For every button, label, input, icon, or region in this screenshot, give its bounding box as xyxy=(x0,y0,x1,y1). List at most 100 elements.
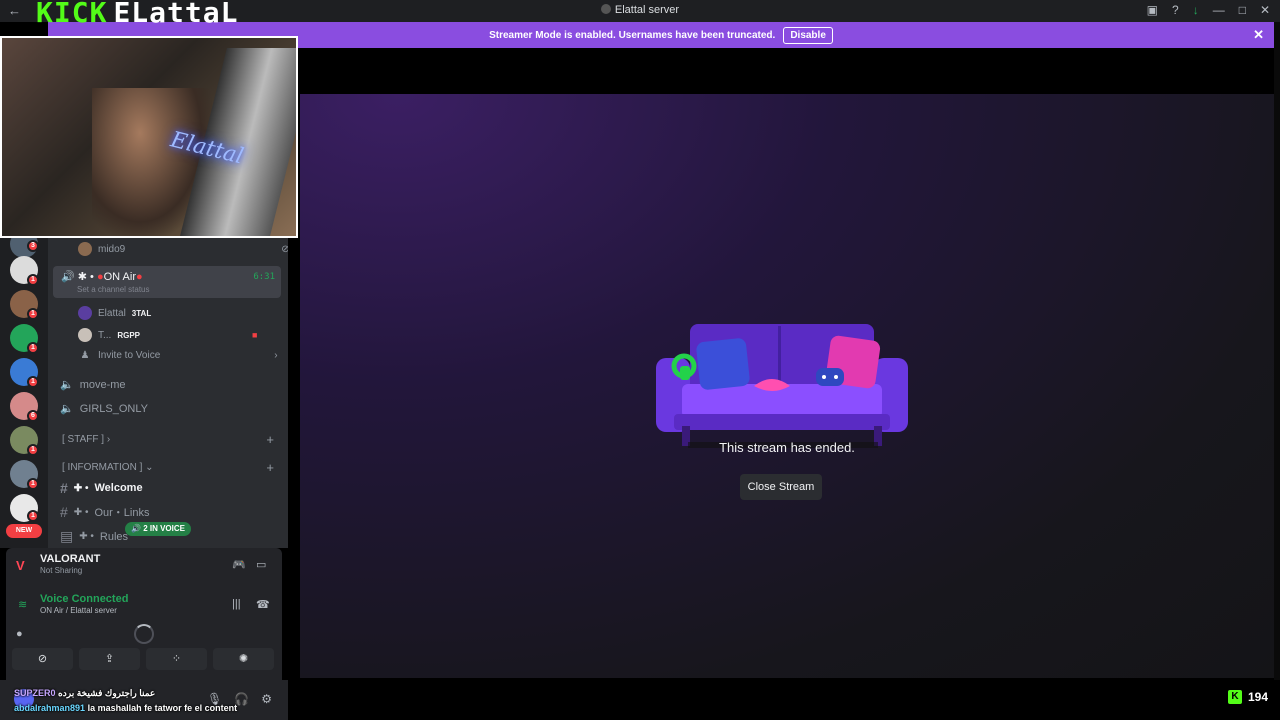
avatar xyxy=(78,242,92,256)
unread-badge: 1 xyxy=(27,478,39,490)
download-icon[interactable]: ↓ xyxy=(1193,3,1199,17)
voice-channel-move-me[interactable]: 🔈 move-me xyxy=(60,378,126,392)
signal-icon[interactable]: ≋ xyxy=(18,598,27,611)
voice-user[interactable]: T... RGPP ■ xyxy=(78,328,257,342)
user-bar: 🎙 🎧 ⚙ xyxy=(0,680,288,720)
invite-to-voice[interactable]: ♟ Invite to Voice › xyxy=(78,350,278,361)
disable-button[interactable]: Disable xyxy=(783,26,833,44)
add-channel-icon[interactable]: + xyxy=(266,460,274,475)
new-badge: NEW xyxy=(6,524,42,538)
text-channel-welcome[interactable]: # ✚ • Welcome xyxy=(60,480,143,496)
logo-kick-text: KICK xyxy=(36,0,108,29)
chevron-right-icon: › xyxy=(106,434,111,445)
kick-icon: K xyxy=(1227,690,1242,704)
channel-name: Welcome xyxy=(94,482,143,494)
streaming-icon: ■ xyxy=(252,330,258,340)
unread-badge: 1 xyxy=(27,274,39,286)
minimize-icon[interactable]: — xyxy=(1213,3,1225,17)
chat-text: la mashallah fe tatwor fe el content xyxy=(87,703,238,713)
disconnect-icon[interactable]: ☎ xyxy=(256,598,270,611)
in-voice-label: 2 IN VOICE xyxy=(143,524,185,533)
on-air-label: 🔊 ✱ • ●ON Air● xyxy=(61,271,143,283)
chat-text: عمنا راجتروك فشيخة برده xyxy=(58,688,156,698)
category-label: [ INFORMATION ] xyxy=(62,462,143,473)
unread-badge: 1 xyxy=(27,308,39,320)
loading-spinner-icon xyxy=(134,624,154,644)
valorant-icon: V xyxy=(16,558,25,573)
stream-stage: This stream has ended. Close Stream xyxy=(300,94,1274,678)
stream-logo: KICK ELattaL xyxy=(36,0,238,29)
category-information[interactable]: [ INFORMATION ] ⌄ xyxy=(62,462,154,473)
voice-user[interactable]: Elattal 3TAL xyxy=(78,306,151,320)
hash-icon: # xyxy=(60,504,68,520)
voice-channel-on-air[interactable]: 🔊 ✱ • ●ON Air● 6:31 Set a channel status xyxy=(53,266,281,298)
close-stream-button[interactable]: Close Stream xyxy=(740,474,822,500)
speaker-icon: 🔈 xyxy=(60,379,74,391)
unread-badge: 1 xyxy=(27,444,39,456)
logo-name-text: ELattaL xyxy=(113,0,239,29)
stream-ended-message: This stream has ended. xyxy=(719,440,855,455)
soundboard-button[interactable]: ✺ xyxy=(213,648,274,670)
red-dot-icon: ● xyxy=(96,271,104,283)
maximize-icon[interactable]: □ xyxy=(1239,3,1246,17)
screen-share-icon[interactable]: ▭ xyxy=(256,558,266,571)
sparkle-icon: ✚ • xyxy=(73,506,89,518)
game-name: VALORANT xyxy=(40,553,101,565)
chat-username: abdalrahman891 xyxy=(14,703,86,713)
stream-header xyxy=(300,48,1274,94)
text-channel-our-links[interactable]: # ✚ • Our・Links xyxy=(60,504,150,520)
close-banner-icon[interactable]: ✕ xyxy=(1253,27,1264,43)
speaker-icon: 🔊 xyxy=(61,271,75,283)
viewer-count: 194 xyxy=(1247,690,1268,704)
voice-connected-label[interactable]: Voice Connected xyxy=(40,593,128,605)
voice-channel-girls-only[interactable]: 🔈 GIRLS_ONLY xyxy=(60,402,148,416)
rules-icon: ▤ xyxy=(60,528,74,544)
chevron-down-icon: ⌄ xyxy=(145,462,154,473)
activity-panel: V VALORANT Not Sharing 🎮 ▭ ≋ Voice Conne… xyxy=(6,548,282,680)
channel-status[interactable]: Set a channel status xyxy=(77,285,150,294)
chat-username: SUPZER0 xyxy=(14,688,56,698)
help-icon[interactable]: ? xyxy=(1172,3,1179,17)
unread-badge: 1 xyxy=(27,376,39,388)
voice-user-name: T... xyxy=(98,329,112,341)
on-air-channel-name: ON Air xyxy=(103,271,137,283)
stream-viewer: This stream has ended. Close Stream xyxy=(300,48,1274,678)
window-title-text: Elattal server xyxy=(614,4,680,16)
add-channel-icon[interactable]: + xyxy=(266,432,274,447)
sparkle-icon: ✚ • xyxy=(79,531,94,542)
webcam-overlay: Elattal xyxy=(0,36,298,238)
unread-badge: 1 xyxy=(27,342,39,354)
close-window-icon[interactable]: ✕ xyxy=(1260,3,1270,17)
deafened-icon: ⊘ xyxy=(281,243,288,255)
gear-icon[interactable]: ⚙ xyxy=(261,692,272,706)
user-tag: RGPP xyxy=(117,330,141,340)
category-staff[interactable]: [ STAFF ] › xyxy=(62,434,110,445)
voice-controls: ⊘ ⇪ ⁘ ✺ xyxy=(12,648,274,670)
voice-location[interactable]: ON Air / Elattal server xyxy=(40,606,117,615)
locked-speaker-icon: 🔈 xyxy=(60,403,74,415)
camera-off-button[interactable]: ⊘ xyxy=(12,648,73,670)
avatar xyxy=(78,306,92,320)
unread-badge: 1 xyxy=(27,510,39,522)
unread-badge: 3 xyxy=(27,240,39,252)
user-tag: 3TAL xyxy=(131,308,152,318)
voice-user-name: Elattal xyxy=(98,307,126,319)
channel-name: Our・Links xyxy=(94,507,150,519)
couch-illustration-icon xyxy=(656,324,908,448)
inbox-icon[interactable]: ▣ xyxy=(1147,3,1158,17)
gamepad-icon[interactable]: 🎮 xyxy=(232,558,246,571)
share-screen-button[interactable]: ⇪ xyxy=(79,648,140,670)
scrollbar-track[interactable] xyxy=(1274,22,1280,680)
noise-suppression-icon[interactable]: ||| xyxy=(232,598,241,610)
text-channel-rules[interactable]: ▤ ✚ • Rules xyxy=(60,528,128,545)
activities-button[interactable]: ⁘ xyxy=(146,648,207,670)
channel-timer: 6:31 xyxy=(253,272,275,282)
channel-name: Rules xyxy=(99,530,129,543)
stream-footer: K 194 xyxy=(288,680,1280,720)
game-share-status: Not Sharing xyxy=(40,566,83,575)
avatar xyxy=(78,328,92,342)
channel-list: mido9 ⊘ 🔊 ✱ • ●ON Air● 6:31 Set a channe… xyxy=(48,238,288,548)
viewer-counter: K 194 xyxy=(1227,690,1268,704)
in-voice-badge[interactable]: 🔊 2 IN VOICE xyxy=(125,522,191,536)
voice-user-mido9[interactable]: mido9 ⊘ xyxy=(78,242,288,256)
